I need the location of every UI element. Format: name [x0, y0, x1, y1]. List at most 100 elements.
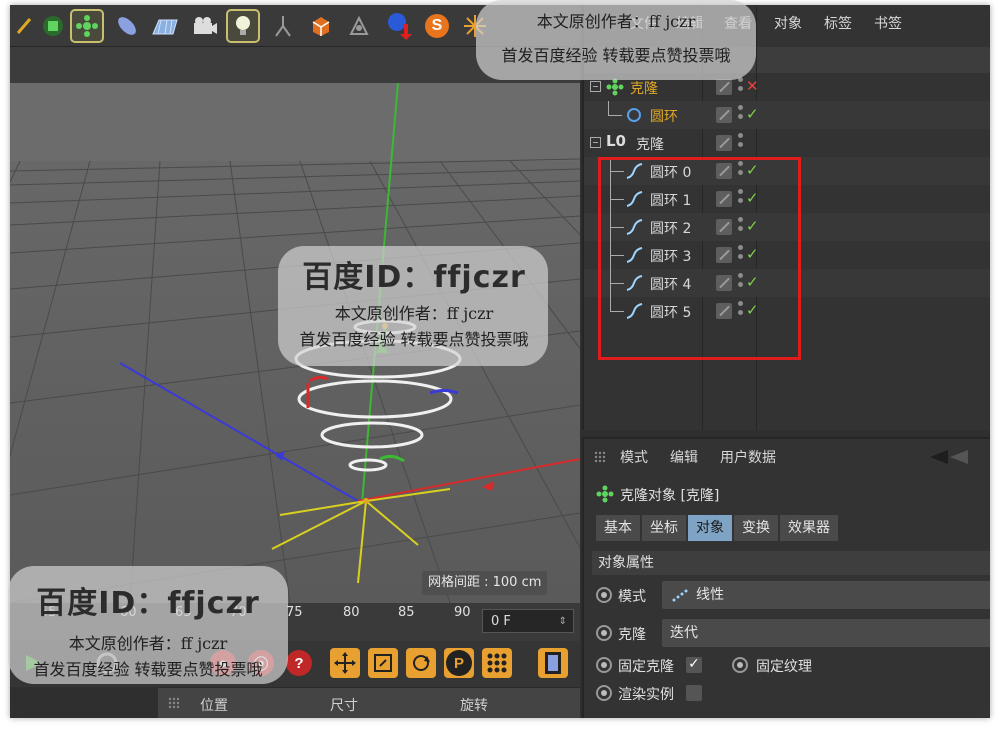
watermark-share: 首发百度经验 转载要点赞投票哦: [501, 46, 731, 65]
visibility-dots-icon[interactable]: [738, 133, 744, 153]
object-properties-header: 对象属性: [592, 551, 990, 575]
fix-clone-checkbox[interactable]: ✓: [686, 657, 702, 673]
clone-value: 迭代: [670, 625, 698, 641]
clone-row: 克隆 迭代: [592, 619, 990, 647]
watermark-top: 本文原创作者：ff jczr 首发百度经验 转载要点赞投票哦: [476, 8, 756, 66]
attribute-tabs: 基本 坐标 对象 变换 效果器: [596, 515, 838, 541]
spline-pen-icon[interactable]: [10, 11, 40, 41]
object-name[interactable]: 克隆: [636, 134, 664, 154]
linear-mode-icon: [672, 589, 688, 602]
watermark-center: 百度ID：ffjczr 本文原创作者：ff jczr 首发百度经验 转载要点赞投…: [276, 252, 552, 350]
fix-clone-label: 固定克隆: [618, 659, 674, 675]
param-p-icon: P: [446, 650, 472, 676]
menu-bookmarks[interactable]: 书签: [874, 13, 902, 33]
point-level-button[interactable]: [482, 648, 512, 678]
cloner-icon[interactable]: [70, 9, 104, 43]
expand-collapse-icon[interactable]: [590, 81, 602, 93]
cloner-object-icon: [606, 78, 624, 96]
layer-icon[interactable]: [716, 107, 732, 123]
mode-dropdown[interactable]: 线性: [662, 581, 990, 609]
watermark-author: 本文原创作者：ff jczr: [68, 634, 228, 653]
attribute-manager-menu: 模式 编辑 用户数据: [584, 447, 990, 473]
render-instance-row: 渲染实例: [592, 679, 990, 707]
expand-collapse-icon[interactable]: [590, 137, 602, 149]
grip-icon: [594, 451, 606, 463]
clone-label: 克隆: [618, 627, 646, 643]
rotate-tool-button[interactable]: [406, 648, 436, 678]
timeline-tick: 85: [398, 605, 415, 620]
mode-label: 模式: [618, 589, 646, 605]
menu-user-data[interactable]: 用户数据: [720, 447, 776, 467]
mode-value: 线性: [696, 587, 724, 603]
watermark-author: 本文原创作者：ff jczr: [334, 304, 494, 323]
sculpt-s-icon[interactable]: S: [422, 11, 452, 41]
back-arrow-icon[interactable]: [930, 449, 970, 465]
keyframe-param-button[interactable]: P: [444, 648, 474, 678]
fix-texture-label: 固定纹理: [756, 659, 812, 675]
circle-spline-icon: [627, 108, 641, 122]
visibility-dots-icon[interactable]: [738, 105, 744, 125]
tab-object[interactable]: 对象: [688, 515, 732, 541]
watermark-author: 本文原创作者：ff jczr: [536, 12, 696, 31]
object-row-cloner-null[interactable]: L0 克隆: [584, 129, 990, 157]
tab-transform[interactable]: 变换: [734, 515, 778, 541]
cloner-object-icon: [596, 485, 614, 503]
timeline-tick: 90: [454, 605, 471, 620]
current-frame-input[interactable]: 0 F ⇕: [482, 609, 574, 633]
cube-icon[interactable]: [38, 11, 68, 41]
object-name[interactable]: 圆环: [650, 106, 678, 126]
timeline-tick: 80: [343, 605, 360, 620]
tab-effectors[interactable]: 效果器: [780, 515, 838, 541]
frame-spinner-icon[interactable]: ⇕: [559, 610, 567, 634]
floor-icon[interactable]: [150, 11, 180, 41]
watermark-share: 首发百度经验 转载要点赞投票哦: [299, 330, 529, 349]
highlight-box: [598, 157, 801, 360]
menu-mode[interactable]: 模式: [620, 447, 648, 467]
coordinate-bar: 位置 尺寸 旋转: [158, 687, 580, 718]
keyframe-radio[interactable]: [732, 657, 748, 673]
camera-icon[interactable]: [190, 11, 220, 41]
render-instance-checkbox[interactable]: [686, 685, 702, 701]
render-instance-label: 渲染实例: [618, 687, 674, 703]
timeline-window-button[interactable]: [538, 648, 568, 678]
keyframe-radio[interactable]: [596, 587, 612, 603]
watermark-id: 百度ID：ffjczr: [302, 260, 526, 295]
tab-coord[interactable]: 坐标: [642, 515, 686, 541]
tab-basic[interactable]: 基本: [596, 515, 640, 541]
sphere-arrow-icon[interactable]: [384, 11, 414, 41]
coord-rotation-label: 旋转: [460, 698, 488, 714]
enabled-check-icon[interactable]: ✓: [746, 105, 759, 123]
layer-icon[interactable]: [716, 79, 732, 95]
keyframe-radio[interactable]: [596, 685, 612, 701]
coord-size-label: 尺寸: [330, 698, 358, 714]
menu-edit[interactable]: 编辑: [670, 447, 698, 467]
watermark-bottom-left: 百度ID：ffjczr 本文原创作者：ff jczr 首发百度经验 转载要点赞投…: [6, 578, 290, 680]
disabled-x-icon[interactable]: ✕: [746, 77, 759, 95]
light-icon[interactable]: [226, 9, 260, 43]
spray-icon[interactable]: [344, 11, 374, 41]
keyframe-radio[interactable]: [596, 625, 612, 641]
sculpt-s-letter: S: [425, 14, 449, 38]
coord-position-label: 位置: [200, 698, 228, 714]
current-frame-value: 0 F: [491, 614, 511, 629]
layer-icon[interactable]: [716, 135, 732, 151]
menu-tags[interactable]: 标签: [824, 13, 852, 33]
grip-icon: [168, 697, 180, 709]
move-tool-button[interactable]: [330, 648, 360, 678]
object-name[interactable]: 克隆: [630, 78, 658, 98]
clone-dropdown[interactable]: 迭代: [662, 619, 990, 647]
menu-object[interactable]: 对象: [774, 13, 802, 33]
watermark-id: 百度ID：ffjczr: [36, 586, 260, 621]
visibility-dots-icon[interactable]: [738, 77, 744, 97]
shader-icon[interactable]: [306, 11, 336, 41]
grid-spacing-readout: 网格间距 : 100 cm: [422, 571, 548, 595]
scale-tool-button[interactable]: [368, 648, 398, 678]
null-object-icon: L0: [606, 132, 626, 150]
attribute-title: 克隆对象 [克隆]: [620, 488, 720, 504]
keyframe-radio[interactable]: [596, 657, 612, 673]
object-row-circle-source[interactable]: 圆环 ✓: [584, 101, 990, 129]
mode-row: 模式 线性: [592, 581, 990, 609]
fix-clone-row: 固定克隆 ✓ 固定纹理: [592, 651, 990, 679]
figure-icon[interactable]: [268, 11, 298, 41]
deformer-icon[interactable]: [112, 11, 142, 41]
